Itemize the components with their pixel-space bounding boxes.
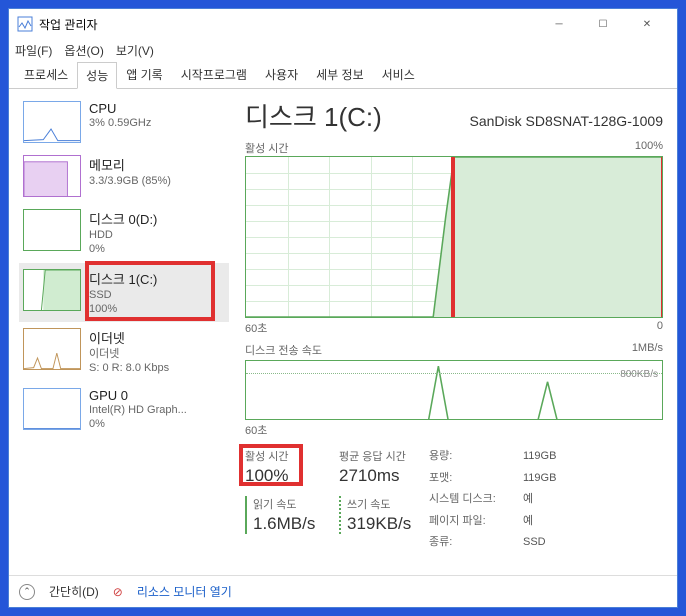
gpu-thumb [23, 388, 81, 430]
disk1-thumb [23, 269, 81, 311]
read-speed-label: 읽기 속도 [253, 496, 339, 512]
sidebar-eth-sub1: 이더넷 [89, 347, 169, 361]
tabs: 프로세스 성능 앱 기록 시작프로그램 사용자 세부 정보 서비스 [9, 61, 677, 89]
close-button[interactable]: ✕ [625, 10, 669, 38]
tab-performance[interactable]: 성능 [77, 62, 117, 89]
disk-model: SanDisk SD8SNAT-128G-1009 [470, 113, 664, 129]
sidebar-item-disk1[interactable]: 디스크 1(C:) SSD 100% [19, 263, 229, 323]
ethernet-thumb [23, 328, 81, 370]
task-manager-window: 작업 관리자 ─ ☐ ✕ 파일(F) 옵션(O) 보기(V) 프로세스 성능 앱… [8, 8, 678, 608]
sidebar-gpu-sub2: 0% [89, 417, 187, 431]
sidebar-disk0-sub2: 0% [89, 242, 157, 256]
pagefile-label: 페이지 파일: [429, 513, 517, 531]
disk-title: 디스크 1(C:) [245, 97, 382, 134]
sidebar-item-cpu[interactable]: CPU 3% 0.59GHz [19, 95, 229, 149]
read-speed-value: 1.6MB/s [253, 514, 339, 534]
avg-resp-value: 2710ms [339, 466, 429, 486]
body: CPU 3% 0.59GHz 메모리 3.3/3.9GB (85%) 디스크 0… [9, 89, 677, 569]
sysdisk-label: 시스템 디스크: [429, 491, 517, 509]
disk0-thumb [23, 209, 81, 251]
chart2-dotted: 800KB/s [620, 369, 658, 380]
menu-view[interactable]: 보기(V) [116, 42, 154, 59]
minimize-button[interactable]: ─ [537, 10, 581, 38]
menubar: 파일(F) 옵션(O) 보기(V) [9, 39, 677, 61]
sidebar: CPU 3% 0.59GHz 메모리 3.3/3.9GB (85%) 디스크 0… [9, 89, 229, 569]
simple-view-button[interactable]: 간단히(D) [49, 583, 99, 600]
chart1-ymax: 100% [635, 140, 663, 156]
app-icon [17, 16, 33, 32]
sidebar-disk0-name: 디스크 0(D:) [89, 209, 157, 228]
sidebar-gpu-sub1: Intel(R) HD Graph... [89, 403, 187, 417]
sidebar-cpu-name: CPU [89, 101, 151, 116]
highlight-box [85, 261, 215, 321]
chart1-xright: 0 [657, 320, 663, 336]
format-value: 119GB [523, 470, 663, 488]
tab-services[interactable]: 서비스 [373, 61, 424, 88]
cpu-thumb [23, 101, 81, 143]
sidebar-item-memory[interactable]: 메모리 3.3/3.9GB (85%) [19, 149, 229, 203]
write-speed-value: 319KB/s [347, 514, 429, 534]
menu-file[interactable]: 파일(F) [15, 42, 52, 59]
chart2-xleft: 60초 [245, 422, 267, 438]
sysdisk-value: 예 [523, 491, 663, 509]
sidebar-item-gpu[interactable]: GPU 0 Intel(R) HD Graph... 0% [19, 382, 229, 438]
window-title: 작업 관리자 [39, 16, 537, 33]
sidebar-disk0-sub1: HDD [89, 228, 157, 242]
main-panel: 디스크 1(C:) SanDisk SD8SNAT-128G-1009 활성 시… [229, 89, 677, 569]
sidebar-item-disk0[interactable]: 디스크 0(D:) HDD 0% [19, 203, 229, 263]
chart1-xleft: 60초 [245, 320, 267, 336]
titlebar[interactable]: 작업 관리자 ─ ☐ ✕ [9, 9, 677, 39]
resmon-icon: ⊘ [113, 585, 123, 599]
pagefile-value: 예 [523, 513, 663, 531]
chart1-label: 활성 시간 [245, 140, 289, 156]
collapse-icon[interactable]: ⌃ [19, 584, 35, 600]
sidebar-eth-sub2: S: 0 R: 8.0 Kbps [89, 361, 169, 375]
sidebar-cpu-sub: 3% 0.59GHz [89, 116, 151, 130]
main-header: 디스크 1(C:) SanDisk SD8SNAT-128G-1009 [245, 97, 663, 134]
type-value: SSD [523, 534, 663, 552]
tab-details[interactable]: 세부 정보 [307, 61, 373, 88]
chart2-ymax: 1MB/s [632, 342, 663, 358]
write-speed-label: 쓰기 속도 [347, 496, 429, 512]
sidebar-eth-name: 이더넷 [89, 328, 169, 347]
chart2-label: 디스크 전송 속도 [245, 342, 322, 358]
open-resmon-link[interactable]: 리소스 모니터 열기 [137, 583, 232, 600]
active-time-chart [245, 156, 663, 318]
avg-resp-label: 평균 응답 시간 [339, 448, 429, 464]
capacity-label: 용량: [429, 448, 517, 466]
stats-row: 활성 시간 100% 읽기 속도 1.6MB/s 평균 응답 시간 2710ms [245, 448, 663, 552]
transfer-rate-chart: 800KB/s [245, 360, 663, 420]
format-label: 포맷: [429, 470, 517, 488]
highlight-box-stat [239, 444, 303, 486]
capacity-value: 119GB [523, 448, 663, 466]
maximize-button[interactable]: ☐ [581, 10, 625, 38]
tab-app-history[interactable]: 앱 기록 [117, 61, 171, 88]
tab-users[interactable]: 사용자 [256, 61, 307, 88]
sidebar-item-ethernet[interactable]: 이더넷 이더넷 S: 0 R: 8.0 Kbps [19, 322, 229, 382]
highlight-box-chart [451, 156, 663, 318]
type-label: 종류: [429, 534, 517, 552]
memory-thumb [23, 155, 81, 197]
sidebar-memory-name: 메모리 [89, 155, 171, 174]
footer: ⌃ 간단히(D) ⊘ 리소스 모니터 열기 [9, 575, 677, 607]
menu-options[interactable]: 옵션(O) [64, 42, 103, 59]
tab-processes[interactable]: 프로세스 [15, 61, 77, 88]
sidebar-gpu-name: GPU 0 [89, 388, 187, 403]
sidebar-memory-sub: 3.3/3.9GB (85%) [89, 174, 171, 188]
tab-startup[interactable]: 시작프로그램 [172, 61, 256, 88]
